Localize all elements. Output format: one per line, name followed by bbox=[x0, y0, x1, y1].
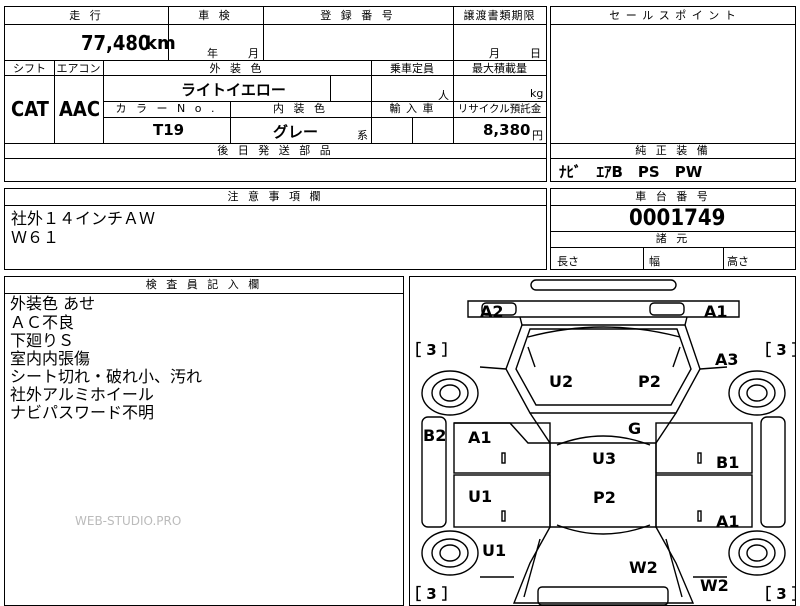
recycle-fee-unit: 円 bbox=[532, 129, 543, 142]
inspector-line-3: 下廻りＳ bbox=[10, 331, 75, 350]
mileage-unit: km bbox=[145, 33, 176, 54]
exterior-color-value: ライトイエロー bbox=[181, 81, 286, 99]
damage-label-w2-center: W2 bbox=[629, 558, 658, 577]
sales-point-header: セ ー ル ス ポ イ ン ト bbox=[609, 9, 737, 22]
equipment-header: 純 正 装 備 bbox=[635, 144, 711, 157]
car-damage-diagram: A2 A1 A3 U2 P2 G B2 A1 U3 B1 U1 P2 A1 U1… bbox=[409, 276, 796, 606]
transfer-deadline-header: 譲渡書類期限 bbox=[463, 9, 536, 22]
inspector-notes-box: 検 査 員 記 入 欄 外装色 あせ ＡＣ不良 下廻りＳ 室内内張傷 シート切れ… bbox=[4, 276, 404, 606]
aircon-value: AAC bbox=[59, 97, 101, 121]
recycle-fee-value: 8,380 bbox=[483, 121, 531, 139]
damage-label-u1-rear: U1 bbox=[482, 541, 506, 560]
tire-depth-rear-left: ［ 3 ］ bbox=[410, 585, 457, 603]
shaken-year-label: 年 bbox=[207, 47, 218, 60]
damage-label-p2-front: P2 bbox=[638, 372, 661, 391]
inspector-line-6: 社外アルミホイール bbox=[10, 385, 154, 404]
capacity-unit: 人 bbox=[438, 89, 449, 102]
interior-color-suffix: 系 bbox=[357, 129, 368, 142]
damage-label-a1-right: A1 bbox=[716, 512, 740, 531]
caution-line-1: 社外１４インチＡＷ bbox=[11, 209, 156, 228]
later-parts-header: 後 日 発 送 部 品 bbox=[217, 144, 334, 157]
damage-label-w2-right: W2 bbox=[700, 576, 729, 595]
capacity-header: 乗車定員 bbox=[390, 62, 434, 75]
registration-header: 登 録 番 号 bbox=[320, 9, 396, 22]
equipment-value: ﾅﾋﾞ ｴｱB PS PW bbox=[559, 163, 703, 181]
chassis-header: 車 台 番 号 bbox=[635, 190, 711, 203]
load-unit: kg bbox=[530, 87, 544, 100]
watermark: WEB-STUDIO.PRO bbox=[75, 514, 182, 528]
interior-color-header: 内 装 色 bbox=[273, 102, 328, 115]
damage-label-u2: U2 bbox=[549, 372, 573, 391]
dimensions-header: 諸 元 bbox=[655, 232, 691, 245]
damage-label-p2-mid: P2 bbox=[593, 488, 616, 507]
shaken-month-label: 月 bbox=[248, 47, 259, 60]
shift-header: シフト bbox=[13, 62, 46, 75]
damage-label-u1-left: U1 bbox=[468, 487, 492, 506]
shift-value: CAT bbox=[11, 97, 49, 121]
color-no-header: カ ラ ー N o . bbox=[115, 102, 218, 115]
width-label: 幅 bbox=[649, 255, 660, 268]
caution-header: 注 意 事 項 欄 bbox=[227, 190, 324, 203]
max-load-header: 最大積載量 bbox=[472, 62, 527, 75]
damage-label-g: G bbox=[628, 419, 641, 438]
damage-label-a1-left: A1 bbox=[468, 428, 492, 447]
caution-line-2: Ｗ６１ bbox=[11, 228, 60, 247]
inspector-line-7: ナビパスワード不明 bbox=[10, 403, 155, 422]
damage-label-b1: B1 bbox=[716, 453, 739, 472]
mileage-value: 77,480 bbox=[81, 31, 151, 55]
chassis-number: 0001749 bbox=[629, 206, 726, 231]
transfer-month-label: 月 bbox=[489, 47, 500, 60]
damage-label-a2: A2 bbox=[480, 302, 504, 321]
vehicle-spec-table: 走 行 車 検 登 録 番 号 譲渡書類期限 77,480 km 年 月 月 日… bbox=[4, 6, 547, 182]
inspector-line-1: 外装色 あせ bbox=[10, 294, 96, 313]
tire-depth-rear-right: ［ 3 ］ bbox=[756, 585, 796, 603]
recycle-fee-header: リサイクル預託金 bbox=[457, 103, 542, 115]
inspector-line-4: 室内内張傷 bbox=[10, 349, 91, 368]
mileage-header: 走 行 bbox=[69, 9, 104, 22]
inspector-line-5: シート切れ・破れ小、汚れ bbox=[10, 367, 203, 386]
interior-color-value: グレー bbox=[273, 123, 319, 141]
damage-label-b2: B2 bbox=[423, 426, 446, 445]
caution-box: 注 意 事 項 欄 社外１４インチＡＷ Ｗ６１ bbox=[4, 188, 547, 270]
damage-label-a3: A3 bbox=[715, 350, 739, 369]
inspector-line-2: ＡＣ不良 bbox=[10, 313, 75, 332]
transfer-day-label: 日 bbox=[530, 47, 541, 60]
color-no-value: T19 bbox=[153, 121, 185, 139]
aircon-header: エアコン bbox=[56, 62, 101, 75]
sales-point-box: セ ー ル ス ポ イ ン ト 純 正 装 備 ﾅﾋﾞ ｴｱB PS PW bbox=[550, 6, 796, 182]
damage-label-a1-front: A1 bbox=[704, 302, 728, 321]
tire-depth-front-right: ［ 3 ］ bbox=[756, 341, 796, 359]
shaken-header: 車 検 bbox=[198, 9, 233, 22]
chassis-box: 車 台 番 号 0001749 諸 元 長さ 幅 高さ bbox=[550, 188, 796, 270]
tire-depth-front-left: ［ 3 ］ bbox=[410, 341, 457, 359]
length-label: 長さ bbox=[557, 255, 579, 268]
inspector-header: 検 査 員 記 入 欄 bbox=[145, 278, 263, 291]
height-label: 高さ bbox=[727, 255, 749, 268]
import-header: 輸 入 車 bbox=[389, 102, 435, 115]
damage-label-u3: U3 bbox=[592, 449, 616, 468]
exterior-color-header: 外 装 色 bbox=[209, 62, 265, 75]
